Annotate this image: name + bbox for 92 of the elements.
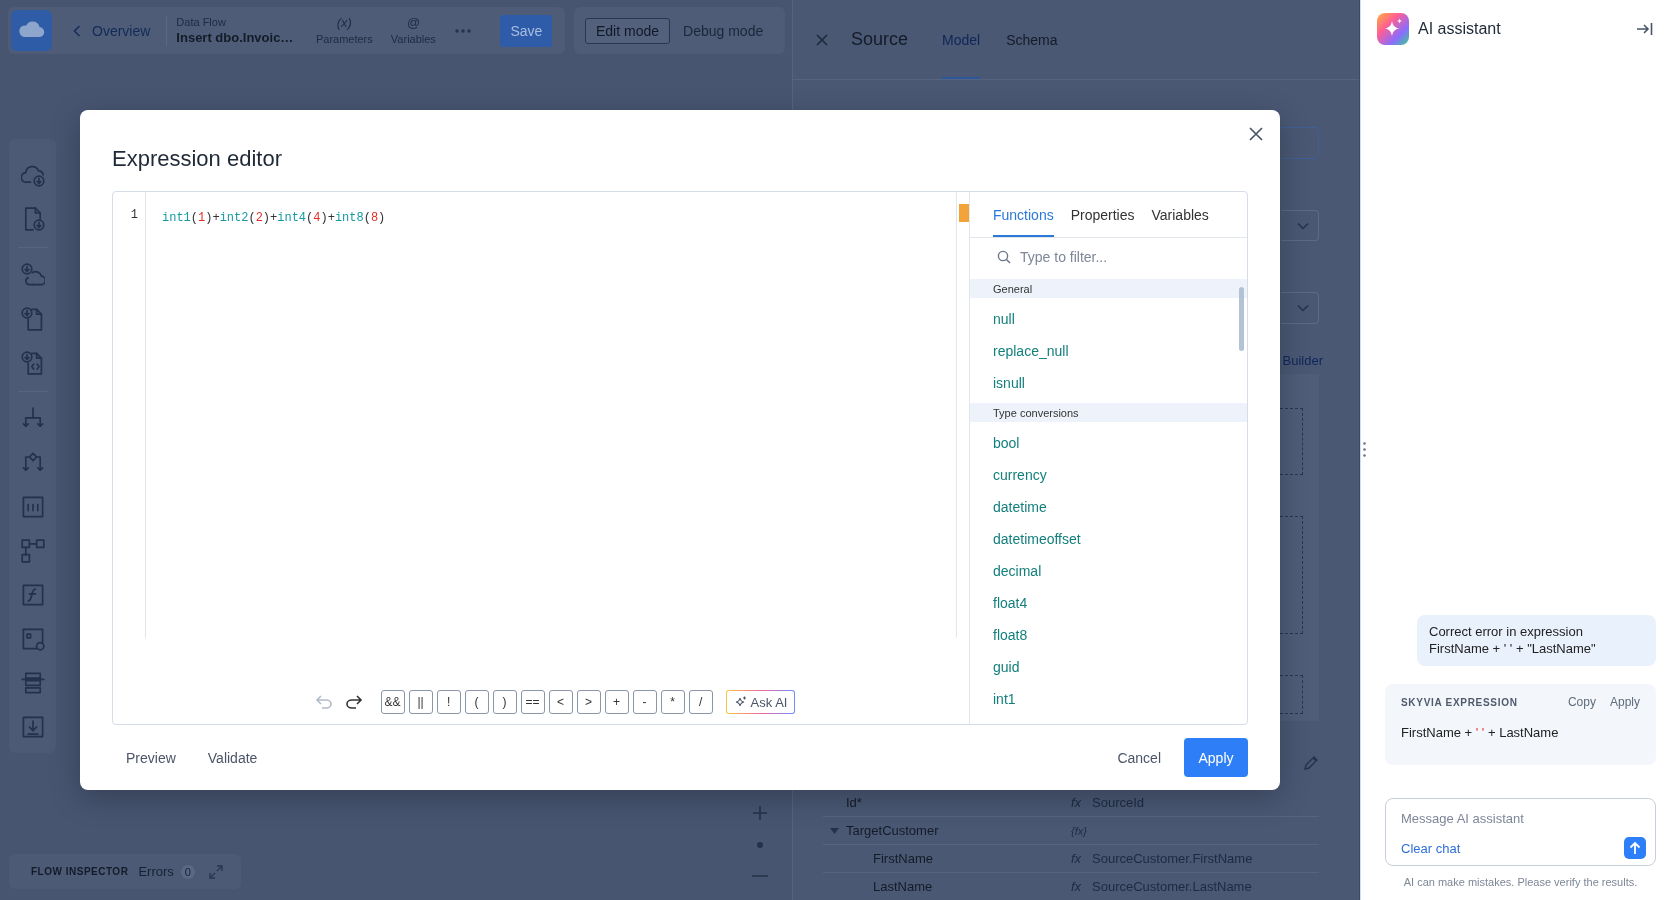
operator-button[interactable]: > [576,690,601,714]
mode-tab[interactable]: Edit mode [585,17,671,44]
function-item[interactable]: null [970,303,1247,335]
dialog-title: Expression editor [112,146,282,172]
function-item[interactable]: currency [970,459,1247,491]
pencil-icon[interactable] [1303,755,1319,771]
expand-icon[interactable] [208,864,223,879]
cloud-download-icon[interactable] [20,163,45,187]
frame-circle-icon[interactable] [20,627,45,651]
code-line[interactable]: int1(1)+int2(2)+int4(4)+int8(8) [162,210,386,226]
panel-tab[interactable]: Properties [1070,192,1135,237]
operator-button[interactable]: - [632,690,657,714]
logo-icon[interactable] [11,10,52,51]
import-box-icon[interactable] [20,715,45,739]
operator-button[interactable]: && [380,690,405,714]
flow-name: Insert dbo.Invoic… [176,29,294,46]
operator-button[interactable]: < [548,690,573,714]
caret-icon[interactable] [830,827,839,834]
arrow-bar-icon[interactable] [1636,22,1653,36]
panel-tab[interactable]: Variables [1151,192,1209,237]
save-button[interactable]: Save [500,14,553,47]
card-action-link[interactable]: Copy [1567,695,1596,709]
error-count-badge: 0 [180,864,195,879]
field-name: TargetCustomer [846,823,939,838]
sparkle-icon [733,695,747,709]
operator-button[interactable]: == [520,690,545,714]
close-icon[interactable] [1249,127,1263,141]
operator-button[interactable]: ) [492,690,517,714]
plus-icon[interactable] [752,805,768,821]
panel-tab[interactable]: Functions [993,192,1054,237]
function-item[interactable]: bool [970,427,1247,459]
expression-text: FirstName + ' ' + LastName [1401,724,1560,741]
send-button[interactable] [1624,837,1646,859]
function-item[interactable]: int1 [970,683,1247,715]
operator-button[interactable]: / [688,690,713,714]
panel-title: AI assistant [1418,20,1501,38]
redo-icon[interactable] [344,695,363,709]
line-number: 1 [130,207,138,223]
clear-chat-link[interactable]: Clear chat [1401,840,1461,856]
operator-button[interactable]: ! [436,690,461,714]
chevron-down-icon [1297,304,1309,312]
dropdown-field[interactable] [1281,210,1319,241]
operator-button[interactable]: || [408,690,433,714]
card-action-link[interactable]: Apply [1609,695,1640,709]
marker-icon [959,204,969,222]
number-box-icon[interactable] [20,495,45,519]
dropdown-field[interactable] [1281,292,1319,324]
operator-button[interactable]: * [660,690,685,714]
message-field[interactable]: Message AI assistant Clear chat [1385,798,1656,866]
text-field[interactable] [1281,127,1319,159]
operator-button[interactable]: + [604,690,629,714]
function-item[interactable]: float4 [970,587,1247,619]
scrollbar[interactable] [1239,287,1244,351]
sparkle-icon [1377,13,1409,45]
chevron-down-icon [1297,221,1309,230]
cancel-button[interactable]: Cancel [1103,743,1175,772]
file-badge-icon[interactable] [20,307,45,331]
nodes-icon[interactable] [20,539,45,563]
operator-button[interactable]: ( [464,690,489,714]
ask-ai-button[interactable]: Ask AI [725,690,796,714]
category-header: General [970,279,1247,298]
function-box-icon[interactable] [20,583,45,607]
panel-title: FLOW INSPECTOR [31,866,129,877]
stack-icon[interactable] [20,671,45,695]
chevron-left-icon [73,24,81,37]
field-name: FirstName [873,851,933,866]
dot-icon[interactable] [757,842,763,848]
function-item[interactable]: isnull [970,367,1247,399]
text-button[interactable]: Preview [112,743,190,772]
function-item[interactable]: datetimeoffset [970,523,1247,555]
field-name: LastName [873,879,933,894]
user-message: Correct error in expression FirstName + ' ' + "LastName" [1417,615,1656,666]
function-item[interactable]: replace_null [970,335,1247,367]
more-icon[interactable] [455,28,472,33]
disclaimer-text: AI can make mistakes. Please verify the results. [1402,875,1639,889]
text-button[interactable]: Validate [193,743,272,772]
panel-title: Source [851,29,909,50]
minus-icon[interactable] [752,875,768,877]
category-header: Type conversions [970,403,1247,422]
function-item[interactable]: decimal [970,555,1247,587]
function-item[interactable]: float8 [970,619,1247,651]
arrow-up-icon [1629,841,1641,855]
function-item[interactable]: datetime [970,491,1247,523]
filter-field[interactable]: Type to filter... [1020,248,1220,265]
search-icon [997,249,1011,264]
cloud-badge-icon[interactable] [20,263,45,287]
function-item[interactable]: guid [970,651,1247,683]
code-file-icon[interactable] [20,351,45,375]
apply-button[interactable]: Apply [1184,738,1248,777]
card-label: SKYVIA EXPRESSION [1401,696,1518,708]
drag-handle-icon[interactable] [1363,442,1366,457]
field-name: Id* [846,795,862,810]
